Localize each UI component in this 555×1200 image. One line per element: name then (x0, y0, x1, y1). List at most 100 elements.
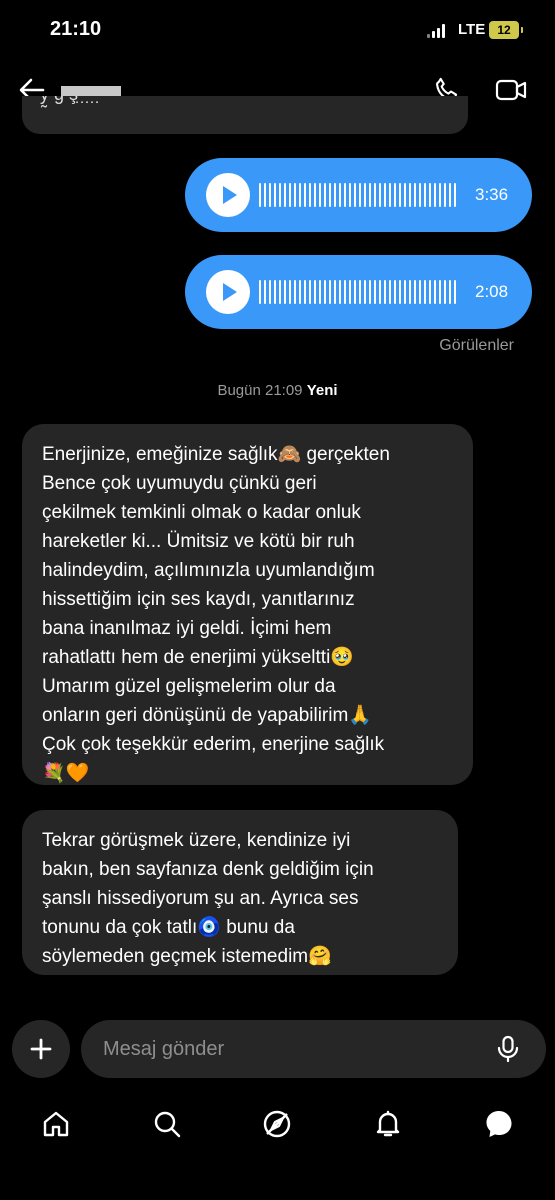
seen-status: Görülenler (439, 337, 514, 354)
message-composer: Mesaj gönder (0, 1010, 555, 1090)
voice-message-duration: 2:08 (475, 282, 509, 301)
waveform-bar (379, 183, 381, 207)
waveform-bar (264, 280, 266, 304)
message-text: Enerjinize, emeğinize sağlık🙈 gerçekten … (42, 444, 390, 784)
waveform-bar (324, 280, 326, 304)
tab-messages[interactable] (477, 1104, 521, 1144)
incoming-message-bubble[interactable]: Tekrar görüşmek üzere, kendinize iyi bak… (22, 810, 458, 975)
waveform-bar (354, 280, 356, 304)
waveform-bar (454, 183, 456, 207)
waveform-bar (309, 280, 311, 304)
bottom-navigation (0, 1092, 555, 1156)
cellular-signal-icon (427, 24, 445, 38)
voice-message[interactable]: 2:08 (185, 255, 532, 329)
waveform-bar (354, 183, 356, 207)
waveform-bar (369, 280, 371, 304)
audio-waveform (259, 183, 555, 207)
tab-explore[interactable] (255, 1104, 299, 1144)
add-attachment-button[interactable] (12, 1020, 70, 1078)
waveform-bar (339, 183, 341, 207)
message-input-placeholder: Mesaj gönder (103, 1038, 225, 1060)
waveform-bar (294, 183, 296, 207)
status-bar: 21:10 LTE 12 (0, 0, 555, 62)
waveform-bar (409, 280, 411, 304)
waveform-bar (259, 183, 261, 207)
waveform-bar (304, 183, 306, 207)
search-icon (154, 1111, 181, 1138)
waveform-bar (289, 280, 291, 304)
waveform-bar (299, 280, 301, 304)
waveform-bar (294, 280, 296, 304)
waveform-bar (274, 280, 276, 304)
microphone-icon (497, 1035, 519, 1063)
waveform-bar (424, 280, 426, 304)
waveform-bar (394, 183, 396, 207)
waveform-bar (404, 183, 406, 207)
tab-home[interactable] (34, 1104, 78, 1144)
waveform-bar (449, 280, 451, 304)
waveform-bar (449, 183, 451, 207)
waveform-bar (444, 183, 446, 207)
play-icon[interactable] (206, 173, 250, 217)
waveform-bar (319, 183, 321, 207)
play-icon[interactable] (206, 270, 250, 314)
waveform-bar (439, 280, 441, 304)
waveform-bar (409, 183, 411, 207)
video-camera-icon (495, 79, 527, 101)
tab-notifications[interactable] (366, 1104, 410, 1144)
waveform-bar (284, 183, 286, 207)
waveform-bar (389, 280, 391, 304)
waveform-bar (434, 183, 436, 207)
waveform-bar (259, 280, 261, 304)
voice-message[interactable]: 3:36 (185, 158, 532, 232)
messages-icon (486, 1111, 512, 1137)
waveform-bar (309, 183, 311, 207)
waveform-bar (279, 183, 281, 207)
waveform-bar (344, 183, 346, 207)
message-input[interactable]: Mesaj gönder (81, 1020, 546, 1078)
waveform-bar (419, 280, 421, 304)
incoming-message-bubble[interactable]: Enerjinize, emeğinize sağlık🙈 gerçekten … (22, 424, 473, 785)
waveform-bar (269, 183, 271, 207)
waveform-bar (349, 183, 351, 207)
explore-compass-icon (263, 1110, 291, 1138)
waveform-bar (334, 183, 336, 207)
waveform-bar (369, 183, 371, 207)
network-type: LTE (458, 21, 486, 38)
battery-icon: 12 (489, 21, 523, 39)
waveform-bar (324, 183, 326, 207)
tab-search[interactable] (145, 1104, 189, 1144)
voice-message-duration: 3:36 (475, 185, 509, 204)
waveform-bar (374, 280, 376, 304)
waveform-bar (399, 183, 401, 207)
waveform-bar (404, 280, 406, 304)
waveform-bar (384, 280, 386, 304)
waveform-bar (414, 183, 416, 207)
video-call-button[interactable] (493, 72, 529, 108)
status-time: 21:10 (50, 18, 102, 40)
waveform-bar (289, 183, 291, 207)
waveform-bar (264, 183, 266, 207)
waveform-bar (399, 280, 401, 304)
previous-message-bubble: y̰ g ş ̣ ̣ ̣ ̣ ̣ (22, 96, 468, 134)
waveform-bar (389, 183, 391, 207)
waveform-bar (279, 280, 281, 304)
waveform-bar (334, 280, 336, 304)
waveform-bar (299, 183, 301, 207)
new-messages-label: Yeni (306, 382, 338, 399)
waveform-bar (339, 280, 341, 304)
waveform-bar (374, 183, 376, 207)
waveform-bar (424, 183, 426, 207)
waveform-bar (314, 183, 316, 207)
audio-waveform (259, 280, 555, 304)
waveform-bar (379, 280, 381, 304)
waveform-bar (439, 183, 441, 207)
waveform-bar (364, 280, 366, 304)
waveform-bar (349, 280, 351, 304)
waveform-bar (414, 280, 416, 304)
voice-record-button[interactable] (491, 1032, 525, 1066)
waveform-bar (319, 280, 321, 304)
waveform-bar (419, 183, 421, 207)
waveform-bar (454, 280, 456, 304)
waveform-bar (269, 280, 271, 304)
